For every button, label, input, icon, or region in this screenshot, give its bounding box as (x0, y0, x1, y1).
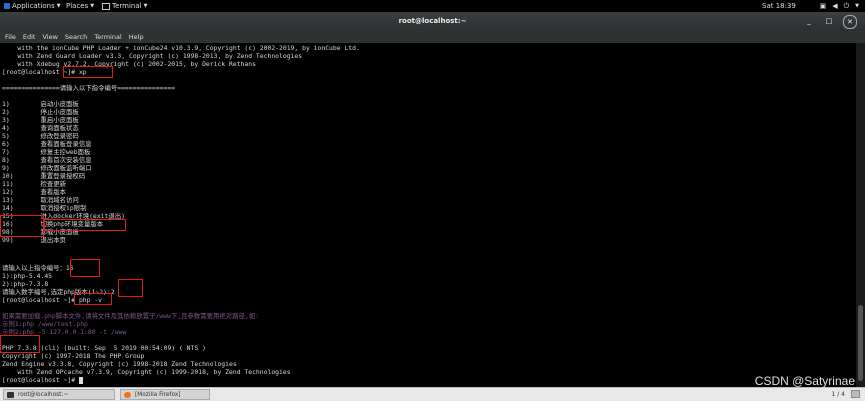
applications-icon (4, 3, 10, 9)
terminal-line: 13) 取消域名访问 (2, 196, 79, 204)
top-bar: Applications ▼ Places ▼ Terminal ▼ Sat 1… (0, 0, 865, 12)
menu-search[interactable]: Search (65, 31, 87, 43)
volume-icon[interactable]: ◀ (832, 0, 837, 12)
workspace-pager-label: 1 / 4 (831, 391, 845, 398)
terminal-line: 14) 取消授权ip限制 (2, 204, 87, 212)
clock[interactable]: Sat 18:39 (762, 0, 796, 12)
terminal-line: 8) 查看首次安装信息 (2, 156, 92, 164)
chevron-down-icon: ▼ (90, 3, 95, 9)
terminal-line: 12) 查看版本 (2, 188, 67, 196)
terminal-line: 请输入以上指令编号：16 (2, 264, 74, 272)
terminal-line: 9) 修改面板监听端口 (2, 164, 92, 172)
window-titlebar[interactable]: root@localhost:~ _ □ ✕ (0, 12, 865, 31)
menu-help[interactable]: Help (129, 31, 144, 43)
power-icon[interactable]: ⏻ (844, 0, 850, 12)
terminal-line: with Zend OPcache v7.3.9, Copyright (c) … (2, 368, 291, 376)
applications-menu[interactable]: Applications ▼ (4, 0, 61, 12)
taskbar-item-terminal[interactable]: root@localhost:~ (3, 389, 115, 400)
terminal-line: Copyright (c) 1997-2018 The PHP Group (2, 352, 145, 360)
chevron-down-icon: ▼ (143, 3, 148, 9)
watermark: CSDN @Satyrinae (754, 374, 855, 388)
terminal-line: 示例1:php /www/test.php (2, 320, 88, 328)
terminal-line: 99) 退出本页 (2, 236, 67, 244)
scrollbar-thumb[interactable] (858, 305, 863, 381)
terminal-line: 1):php-5.4.45 (2, 272, 53, 280)
terminal-line: 5) 修改登录密码 (2, 132, 79, 140)
terminal-line: with Xdebug v2.7.2, Copyright (c) 2002-2… (2, 60, 256, 68)
minimize-icon[interactable]: _ (803, 15, 815, 27)
menu-file[interactable]: File (5, 31, 16, 43)
terminal-line: 7) 修复主控web面板 (2, 148, 91, 156)
terminal-line: 2) 停止小皮面板 (2, 108, 79, 116)
terminal-line: 10) 重置登录授权码 (2, 172, 86, 180)
taskbar-item-firefox[interactable]: [Mozilla Firefox] (120, 389, 210, 400)
menu-view[interactable]: View (42, 31, 57, 43)
terminal-line: ===============请输入以下指令编号=============== (2, 84, 175, 92)
menu-terminal[interactable]: Terminal (94, 31, 121, 43)
terminal-scrollbar[interactable] (856, 43, 865, 387)
window-title: root@localhost:~ (398, 17, 467, 25)
app-menu[interactable]: Terminal ▼ (102, 0, 147, 12)
workspace-switcher[interactable] (851, 390, 860, 398)
menu-bar: File Edit View Search Terminal Help (0, 31, 865, 43)
chevron-down-icon[interactable]: ▼ (855, 0, 859, 12)
terminal-line: 3) 重启小皮面板 (2, 116, 79, 124)
text-cursor (78, 376, 83, 384)
terminal-icon (102, 2, 110, 10)
terminal-line: 1) 启动小皮面板 (2, 100, 79, 108)
terminal-line: with the ionCube PHP Loader + ionCube24 … (2, 44, 360, 52)
terminal-line: with Zend Guard Loader v3.3, Copyright (… (2, 52, 303, 60)
highlight-box (0, 335, 40, 353)
chevron-down-icon: ▼ (56, 3, 61, 9)
terminal-line: 6) 查看面板登录信息 (2, 140, 92, 148)
menu-edit[interactable]: Edit (23, 31, 36, 43)
highlight-box (70, 259, 100, 277)
terminal-line: 4) 查询面板状态 (2, 124, 79, 132)
terminal-line: [root@localhost ~]# (2, 376, 83, 384)
highlight-box (118, 279, 143, 297)
terminal-icon (7, 392, 14, 398)
network-icon[interactable]: ▣ (820, 0, 827, 12)
taskbar: root@localhost:~ [Mozilla Firefox] 1 / 4 (0, 387, 865, 401)
terminal-line: 2):php-7.3.8 (2, 280, 49, 288)
terminal-line: Zend Engine v3.3.8, Copyright (c) 1998-2… (2, 360, 237, 368)
maximize-icon[interactable]: □ (823, 15, 835, 27)
terminal-line: 如果需要加载.php脚本文件,请将文件及其依赖放置于/www下,且参数需要用绝对… (2, 312, 260, 320)
highlight-box (63, 66, 113, 78)
highlight-box (44, 219, 126, 231)
terminal-line: 11) 检查更新 (2, 180, 67, 188)
highlight-box (0, 215, 44, 237)
firefox-icon (124, 392, 131, 398)
close-icon[interactable]: ✕ (843, 15, 857, 29)
places-menu[interactable]: Places ▼ (66, 0, 94, 12)
terminal-output[interactable]: with the ionCube PHP Loader + ionCube24 … (0, 43, 856, 387)
highlight-box (74, 293, 112, 305)
